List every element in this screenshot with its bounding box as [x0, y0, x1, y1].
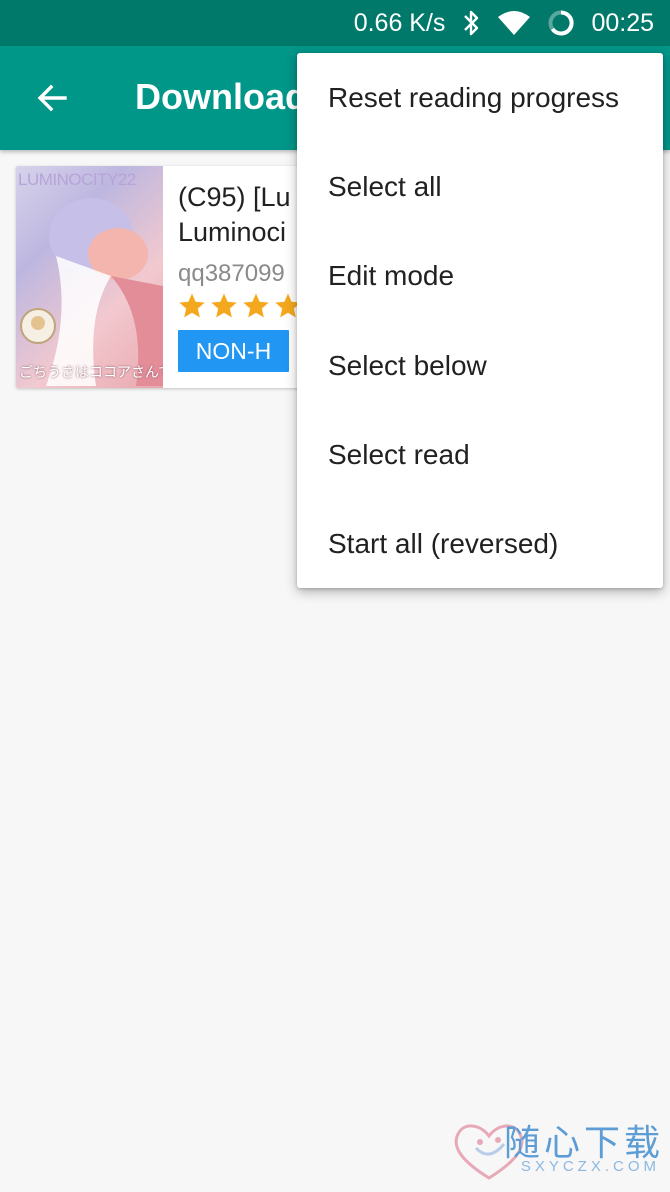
- battery-icon: [547, 9, 575, 37]
- page-title: Download: [135, 76, 307, 117]
- star-icon: [243, 293, 269, 318]
- net-speed: 0.66 K/s: [353, 8, 446, 37]
- clock: 00:25: [591, 8, 654, 37]
- menu-item-edit-mode[interactable]: Edit mode: [297, 232, 663, 321]
- watermark-text-en: SXYCZX.COM: [520, 1158, 660, 1175]
- gallery-thumbnail: LUMINOCITY22 ごちうさはココアさんです。: [16, 166, 163, 388]
- menu-item-reset-reading-progress[interactable]: Reset reading progress: [297, 53, 663, 142]
- arrow-back-icon: [37, 84, 67, 112]
- menu-item-select-below[interactable]: Select below: [297, 321, 663, 410]
- star-icon: [211, 293, 237, 318]
- rating-stars: [178, 292, 302, 320]
- overflow-menu: Reset reading progress Select all Edit mod…: [297, 53, 663, 588]
- category-badge: NON-H: [178, 330, 289, 372]
- gallery-uploader: qq387099: [178, 260, 285, 287]
- menu-item-start-all-reversed[interactable]: Start all (reversed): [297, 499, 663, 588]
- watermark: 随心下载 SXYCZX.COM: [450, 1114, 664, 1186]
- thumbnail-caption: ごちうさはココアさんです。: [19, 364, 163, 380]
- back-button[interactable]: [26, 72, 78, 124]
- status-bar: 0.66 K/s 00:25: [0, 0, 670, 46]
- thumbnail-title: LUMINOCITY22: [18, 170, 136, 189]
- thumbnail-art: [20, 198, 163, 386]
- star-icon: [179, 293, 205, 318]
- bluetooth-icon: [461, 9, 481, 37]
- menu-item-select-all[interactable]: Select all: [297, 142, 663, 231]
- menu-item-select-read[interactable]: Select read: [297, 410, 663, 499]
- wifi-icon: [497, 10, 531, 36]
